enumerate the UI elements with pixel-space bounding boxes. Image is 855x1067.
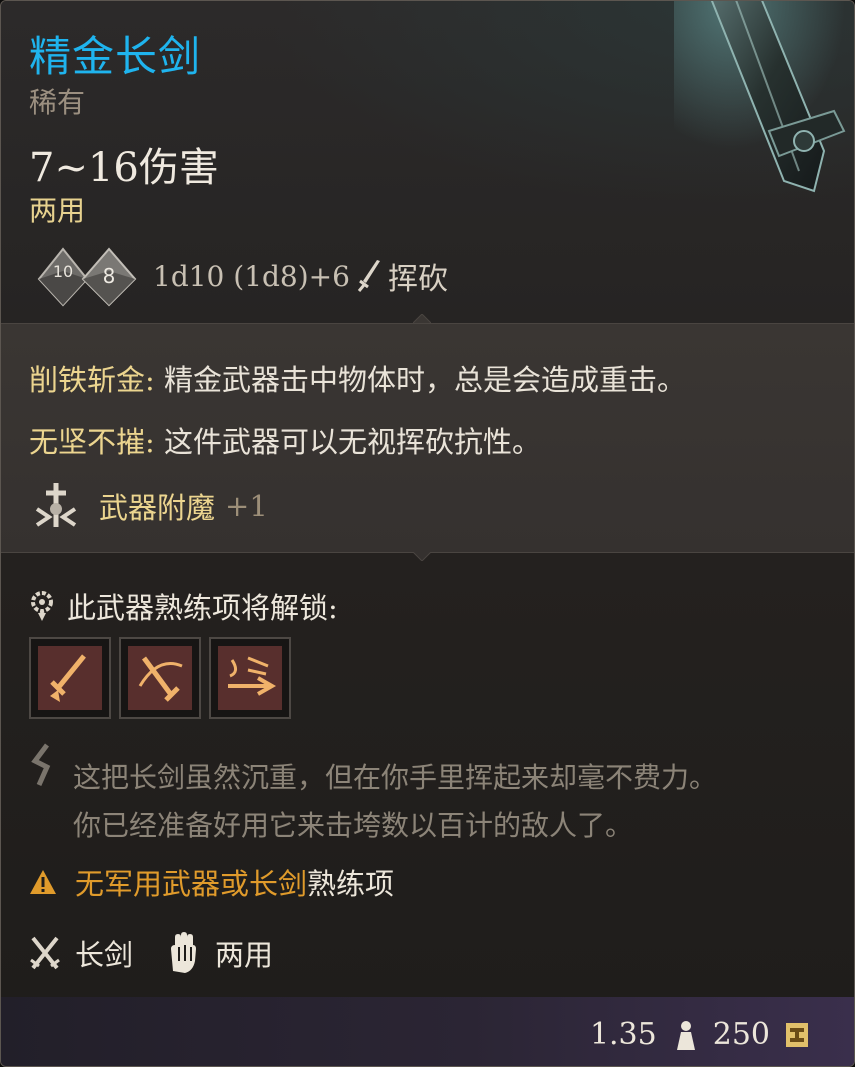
warning-rest: 熟练项 <box>307 867 395 901</box>
footer-values: 1.35 250 <box>590 1017 810 1052</box>
handedness-type-label: 两用 <box>215 938 274 972</box>
die-face-2: 8 <box>103 264 116 288</box>
weapon-type-label: 长剑 <box>75 938 134 972</box>
action-lacerate[interactable] <box>209 637 291 719</box>
two-hand-icon <box>171 932 197 973</box>
damage-dice-row: 10 8 1d10 (1d8)+6 挥砍 <box>29 241 448 311</box>
property-desc: 精金武器击中物体时，总是会造成重击。 <box>154 363 687 397</box>
enchantment-label: 武器附魔 <box>99 491 216 525</box>
item-name: 精金长剑 <box>29 32 202 81</box>
weapon-actions <box>29 637 291 719</box>
proficiency-row: 此武器熟练项将解锁: <box>29 585 338 627</box>
item-tooltip: 精金长剑 稀有 7~16伤害 两用 10 8 1d10 (1d8)+6 挥砍 削… <box>0 0 855 1067</box>
flavor-line-2: 你已经准备好用它来击垮数以百计的敌人了。 <box>73 809 634 842</box>
flourish-icon <box>128 646 192 710</box>
sword-swing-icon <box>357 260 380 292</box>
dice-icon: 10 8 <box>37 247 137 307</box>
proficiency-gear-icon <box>31 591 53 621</box>
property-name: 无坚不摧: <box>29 425 155 459</box>
warning-highlight: 无军用武器或长剑 <box>75 867 308 901</box>
item-price: 250 <box>712 1017 770 1052</box>
item-rarity: 稀有 <box>29 86 86 119</box>
longsword-art-icon <box>674 1 854 221</box>
flavor-text: 这把长剑虽然沉重，但在你手里挥起来却毫不费力。 你已经准备好用它来击垮数以百计的… <box>73 754 717 850</box>
enchantment-row: 武器附魔 +1 <box>29 479 268 533</box>
proficiency-warning: 无军用武器或长剑熟练项 <box>29 861 394 903</box>
handedness-label: 两用 <box>29 194 86 227</box>
damage-type: 挥砍 <box>387 262 448 297</box>
action-pommel-strike[interactable] <box>29 637 111 719</box>
enchant-icon <box>35 483 77 527</box>
damage-range: 7~16伤害 <box>29 145 219 191</box>
property-sunder: 削铁斩金: 精金武器击中物体时，总是会造成重击。 <box>29 357 686 399</box>
weight-icon <box>676 1020 695 1050</box>
pommel-strike-icon <box>38 646 102 710</box>
tooltip-header: 精金长剑 稀有 7~16伤害 两用 10 8 1d10 (1d8)+6 挥砍 <box>1 1 854 323</box>
item-weight: 1.35 <box>589 1017 657 1052</box>
property-name: 削铁斩金: <box>29 363 155 397</box>
property-unstoppable: 无坚不摧: 这件武器可以无视挥砍抗性。 <box>29 419 541 461</box>
lore-icon <box>31 743 51 787</box>
flavor-line-1: 这把长剑虽然沉重，但在你手里挥起来却毫不费力。 <box>73 761 718 794</box>
gold-coin-icon <box>786 1022 808 1047</box>
die-face-1: 10 <box>53 262 73 281</box>
lacerate-icon <box>218 646 282 710</box>
enchantment-bonus: +1 <box>225 489 268 523</box>
divider-notch-icon <box>413 552 431 561</box>
tooltip-footer: 1.35 250 <box>1 997 854 1066</box>
damage-dice: 1d10 (1d8)+6 <box>153 259 350 293</box>
divider-notch-icon <box>413 314 431 323</box>
action-flourish[interactable] <box>119 637 201 719</box>
weapon-type-row: 长剑 两用 <box>29 931 305 975</box>
crossed-swords-icon <box>30 936 60 970</box>
warning-icon <box>30 870 56 894</box>
proficiency-label: 此武器熟练项将解锁: <box>67 591 338 625</box>
property-desc: 这件武器可以无视挥砍抗性。 <box>154 425 542 459</box>
